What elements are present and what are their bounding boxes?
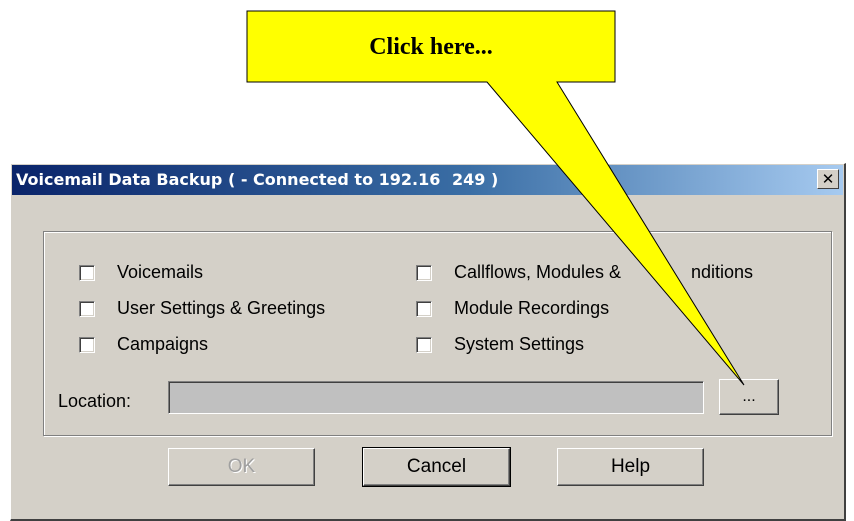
callout-text: Click here...	[369, 34, 493, 60]
callout-balloon	[246, 10, 745, 386]
callout-shape	[246, 10, 745, 386]
